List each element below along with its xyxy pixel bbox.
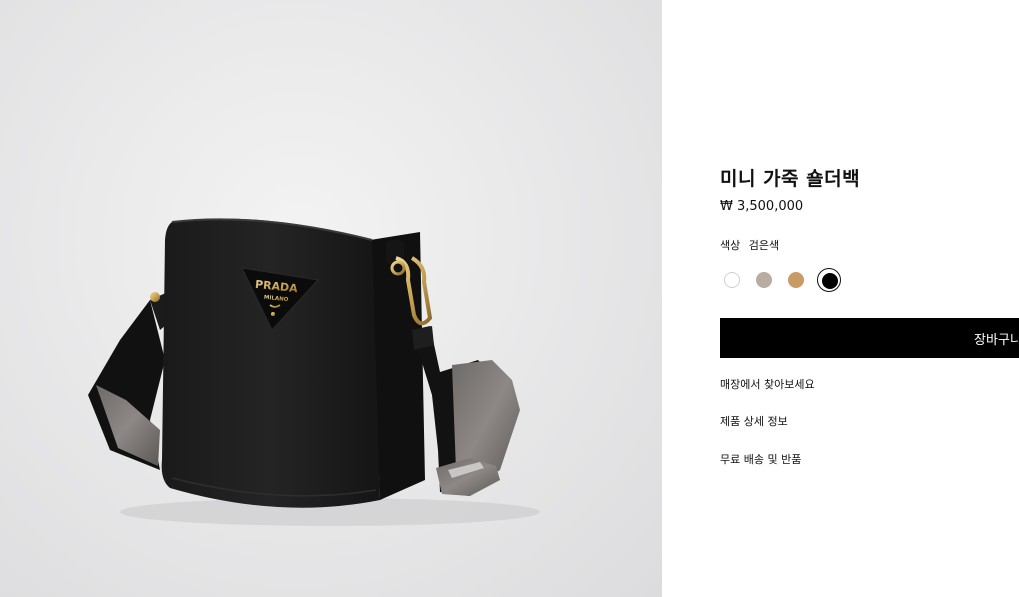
swatch-black[interactable] (817, 268, 841, 292)
color-label: 색상 (720, 239, 741, 252)
swatch-white[interactable] (720, 268, 744, 292)
find-in-store-link[interactable]: 매장에서 찾아보세요 (720, 376, 815, 392)
swatch-black-dot (822, 273, 838, 289)
product-image: PRADA MILANO (0, 0, 662, 597)
swatch-white-dot (724, 272, 740, 288)
swatch-taupe[interactable] (752, 268, 776, 292)
shipping-returns-link[interactable]: 무료 배송 및 반품 (720, 451, 801, 467)
color-value: 검은색 (748, 239, 780, 252)
product-price: ₩ 3,500,000 (720, 199, 804, 214)
product-details-link[interactable]: 제품 상세 정보 (720, 413, 788, 429)
add-to-cart-button[interactable]: 장바구니 (720, 318, 1019, 358)
swatch-taupe-dot (756, 272, 772, 288)
swatch-caramel[interactable] (784, 268, 808, 292)
swatch-caramel-dot (788, 272, 804, 288)
product-details-panel: 미니 가죽 숄더백 ₩ 3,500,000 색상 검은색 장바구니 매장에서 찾… (662, 0, 1019, 597)
product-page: PRADA MILANO 미니 가죽 숄더백 ₩ 3,500,000 색상 검은… (0, 0, 1019, 597)
color-selection-label: 색상 검은색 (720, 237, 779, 253)
product-title: 미니 가죽 숄더백 (720, 168, 861, 190)
